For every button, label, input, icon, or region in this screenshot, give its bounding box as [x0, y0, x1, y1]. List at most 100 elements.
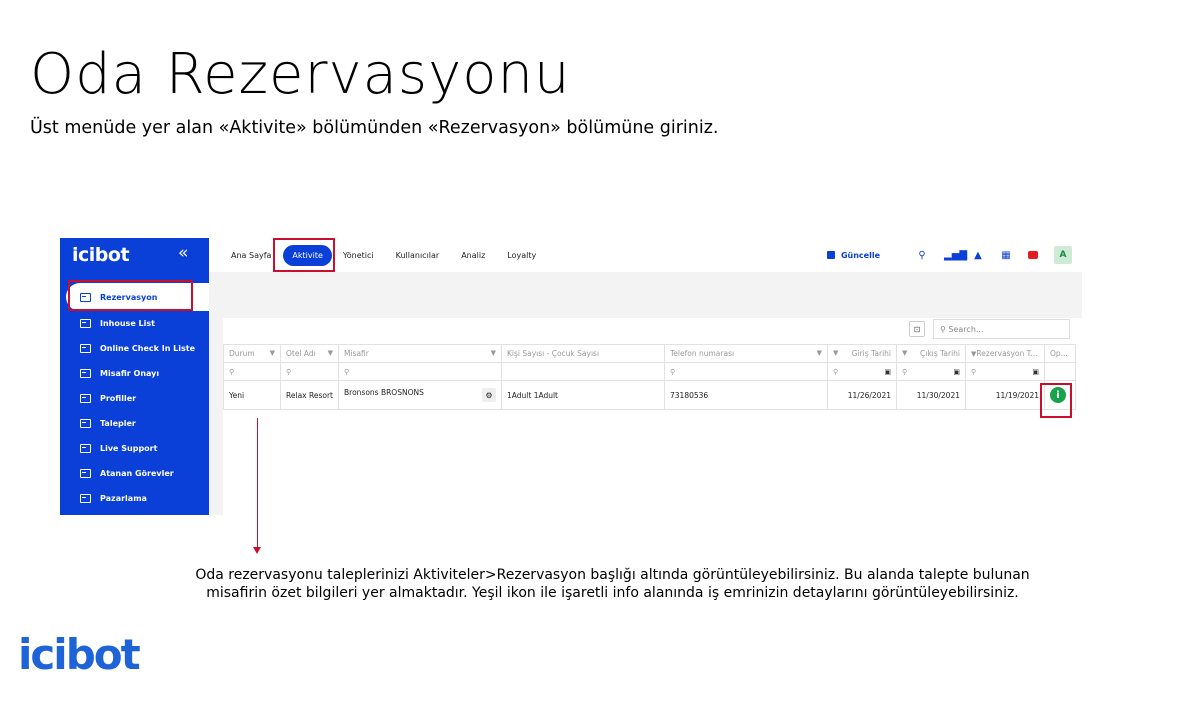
search-placeholder: Search... [948, 324, 984, 334]
sidebar-menu: Rezervasyon Inhouse List Online Check In… [60, 283, 209, 511]
table-filter-row: ⚲ ⚲ ⚲ ⚲ ⚲ ▣ ⚲ ▣ ⚲ ▣ [223, 362, 1076, 381]
sidebar-item-inhouse-list[interactable]: Inhouse List [60, 311, 209, 336]
sidebar-item-atanan-gorevler[interactable]: Atanan Görevler [60, 461, 209, 486]
sidebar-item-label: Talepler [100, 419, 136, 428]
cell-giris: 11/26/2021 [827, 380, 897, 410]
nav-kullanicilar[interactable]: Kullanıcılar [396, 251, 440, 260]
search-icon[interactable]: ⚲ [916, 250, 928, 261]
top-actions: Güncelle ⚲ ▂▅▇ ▲ ▦ A [826, 238, 1072, 272]
filter-icon: ▼ [816, 349, 822, 357]
brand-logo: icibot [18, 630, 141, 679]
filter-icon: ▼ [490, 349, 496, 357]
grid-icon[interactable]: ▦ [1000, 250, 1012, 261]
bell-icon[interactable]: ▲ [972, 250, 984, 261]
calendar-icon [80, 369, 91, 378]
sidebar-item-misafir-onayi[interactable]: Misafir Onayı [60, 361, 209, 386]
reservation-table: Durum ▼ Otel Adı ▼ Misafir ▼ Kişi Sayısı - … [223, 344, 1076, 410]
calendar-icon [80, 419, 91, 428]
app-screenshot: icibot « Rezervasyon Inhouse List Online… [60, 238, 1082, 515]
sidebar-item-live-support[interactable]: Live Support [60, 436, 209, 461]
calendar-icon [80, 394, 91, 403]
filter-icon: ▼ [327, 349, 333, 357]
filter-cell[interactable]: ⚲ [223, 362, 281, 381]
nav-yonetici[interactable]: Yönetici [343, 251, 374, 260]
filter-cell [1044, 362, 1076, 381]
nav-ana-sayfa[interactable]: Ana Sayfa [231, 251, 271, 260]
calendar-icon [80, 319, 91, 328]
collapse-sidebar-icon[interactable]: « [178, 243, 188, 263]
table-row[interactable]: Yeni Relax Resort Bronsons BROSNONS ⚙ 1Ad… [223, 380, 1076, 410]
cell-misafir: Bronsons BROSNONS ⚙ [338, 380, 502, 410]
sidebar-item-online-check-in[interactable]: Online Check In Liste [60, 336, 209, 361]
cell-kisi: 1Adult 1Adult [501, 380, 665, 410]
filter-cell[interactable]: ⚲ ▣ [965, 362, 1045, 381]
column-header[interactable]: Misafir ▼ [338, 344, 502, 363]
filter-icon: ▼ [269, 349, 275, 357]
highlight-aktivite [273, 238, 335, 272]
update-label: Güncelle [840, 250, 880, 260]
arrow-head-icon [253, 547, 261, 554]
slide-title: Oda Rezervasyonu [30, 42, 571, 107]
cell-cikis: 11/30/2021 [896, 380, 966, 410]
caption-line: Oda rezervasyonu taleplerinizi Aktivitel… [195, 567, 1030, 583]
cell-otel: Relax Resort [280, 380, 339, 410]
sidebar-item-label: Atanan Görevler [100, 469, 174, 478]
slide: Oda Rezervasyonu Üst menüde yer alan «Ak… [0, 0, 1204, 706]
reservation-panel: ⊡ ⚲ Search... Durum ▼ Otel Adı ▼ Misafir ▼ … [223, 318, 1082, 515]
app-logo: icibot [72, 244, 130, 266]
arrow-line [257, 418, 258, 548]
update-button[interactable]: Güncelle [826, 250, 880, 260]
column-header[interactable]: Kişi Sayısı - Çocuk Sayısı [501, 344, 665, 363]
filter-icon: ▼ [833, 349, 839, 357]
column-header[interactable]: Durum ▼ [223, 344, 281, 363]
column-header[interactable]: ▼ Giriş Tarihi [827, 344, 897, 363]
sidebar-item-pazarlama[interactable]: Pazarlama [60, 486, 209, 511]
sidebar-item-label: Pazarlama [100, 494, 147, 503]
slide-subtitle: Üst menüde yer alan «Aktivite» bölümünde… [30, 118, 719, 138]
search-icon: ⚲ [940, 324, 949, 334]
table-toolbar: ⊡ ⚲ Search... [909, 319, 1070, 339]
table-header-row: Durum ▼ Otel Adı ▼ Misafir ▼ Kişi Sayısı - … [223, 344, 1076, 363]
search-input[interactable]: ⚲ Search... [933, 319, 1070, 339]
filter-cell[interactable]: ⚲ [338, 362, 502, 381]
turkish-flag-icon[interactable] [1028, 251, 1038, 259]
sidebar-item-label: Live Support [100, 444, 158, 453]
calendar-icon [80, 469, 91, 478]
column-header[interactable]: ▼Rezervasyon T... [965, 344, 1045, 363]
cell-telefon: 73180536 [664, 380, 828, 410]
export-icon[interactable]: ⊡ [909, 321, 925, 337]
highlight-info [1040, 383, 1072, 418]
sidebar-item-label: Profiller [100, 394, 137, 403]
sidebar-item-label: Online Check In Liste [100, 344, 196, 353]
cell-rezervasyon: 11/19/2021 [965, 380, 1045, 410]
calendar-icon [80, 444, 91, 453]
calendar-icon [80, 344, 91, 353]
chart-icon[interactable]: ▂▅▇ [944, 250, 967, 261]
column-header[interactable]: Otel Adı ▼ [280, 344, 339, 363]
nav-loyalty[interactable]: Loyalty [507, 251, 536, 260]
column-header[interactable]: ▼ Çıkış Tarihi [896, 344, 966, 363]
filter-cell[interactable]: ⚲ [664, 362, 828, 381]
sidebar-item-label: Misafir Onayı [100, 369, 160, 378]
filter-cell[interactable]: ⚲ ▣ [896, 362, 966, 381]
cell-durum: Yeni [223, 380, 281, 410]
top-nav: Ana Sayfa Aktivite Yönetici Kullanıcılar… [209, 238, 536, 272]
gear-icon[interactable]: ⚙ [482, 388, 496, 402]
filter-cell[interactable]: ⚲ ▣ [827, 362, 897, 381]
filter-cell[interactable] [501, 362, 665, 381]
column-header[interactable]: Op... [1044, 344, 1076, 363]
sidebar-item-profiller[interactable]: Profiller [60, 386, 209, 411]
filter-cell[interactable]: ⚲ [280, 362, 339, 381]
top-bar: Ana Sayfa Aktivite Yönetici Kullanıcılar… [209, 238, 1082, 272]
caption: Oda rezervasyonu taleplerinizi Aktivitel… [150, 566, 1075, 602]
nav-analiz[interactable]: Analiz [461, 251, 485, 260]
filter-icon: ▼ [902, 349, 908, 357]
calendar-icon [80, 494, 91, 503]
sidebar-item-talepler[interactable]: Talepler [60, 411, 209, 436]
sidebar-item-label: Inhouse List [100, 319, 155, 328]
highlight-rezervasyon [68, 280, 193, 311]
column-header[interactable]: Telefon numarası ▼ [664, 344, 828, 363]
caption-line: misafirin özet bilgileri yer almaktadır.… [206, 585, 1019, 601]
save-icon [826, 251, 835, 259]
avatar[interactable]: A [1054, 246, 1072, 264]
